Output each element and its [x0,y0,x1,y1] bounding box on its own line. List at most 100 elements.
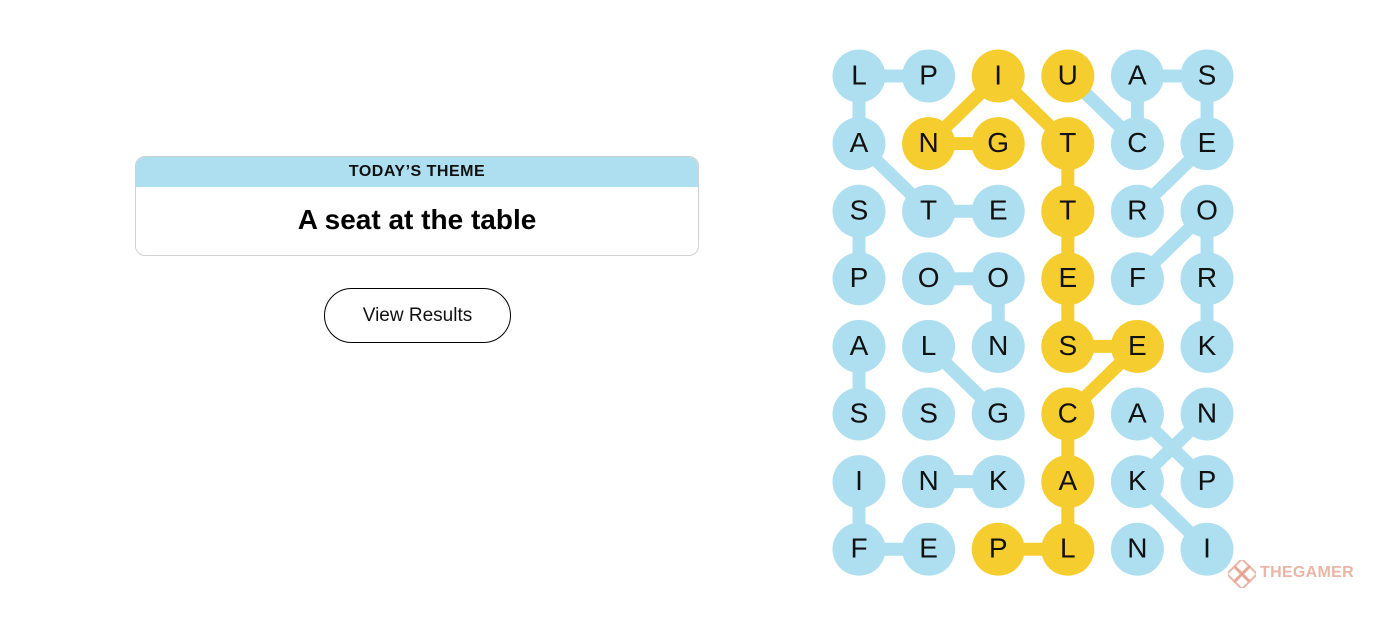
letter-tile-r1-c2[interactable]: G [971,117,1025,171]
tile-letter: I [1203,533,1211,564]
tile-letter: A [1058,465,1077,496]
tile-letter: P [1198,465,1217,496]
tile-letter: F [850,533,867,564]
tile-letter: E [1058,262,1077,293]
tile-letter: K [1128,465,1147,496]
letter-tile-r2-c2[interactable]: E [971,184,1025,238]
tile-letter: A [1128,59,1147,90]
tile-letter: N [1197,397,1217,428]
tile-letter: P [919,59,938,90]
letter-tile-r5-c4[interactable]: A [1110,387,1164,441]
letter-tile-r2-c3[interactable]: T [1041,184,1095,238]
letter-tile-r6-c2[interactable]: K [971,455,1025,509]
tile-letter: K [989,465,1008,496]
letter-tile-r7-c4[interactable]: N [1110,522,1164,576]
tile-letter: R [1127,195,1147,226]
letter-tile-r4-c2[interactable]: N [971,319,1025,373]
tile-letter: G [987,397,1009,428]
tile-letter: L [921,330,937,361]
tile-letter: P [850,262,869,293]
tile-letter: E [989,195,1008,226]
letter-tile-r6-c1[interactable]: N [902,455,956,509]
letter-tile-r7-c5[interactable]: I [1180,522,1234,576]
tile-letter: I [994,59,1002,90]
letter-tile-r5-c5[interactable]: N [1180,387,1234,441]
letter-tile-r5-c3[interactable]: C [1041,387,1095,441]
letter-tile-r3-c4[interactable]: F [1110,252,1164,306]
letter-tile-r2-c4[interactable]: R [1110,184,1164,238]
tile-letter: E [1198,127,1217,158]
letter-tile-r0-c0[interactable]: L [832,49,886,103]
letter-tile-r1-c4[interactable]: C [1110,117,1164,171]
tile-letter: C [1058,397,1078,428]
letter-tile-r3-c2[interactable]: O [971,252,1025,306]
tile-letter: R [1197,262,1217,293]
letter-tile-r6-c5[interactable]: P [1180,455,1234,509]
letter-tile-r0-c3[interactable]: U [1041,49,1095,103]
tile-letter: O [1196,195,1218,226]
letter-tile-r4-c5[interactable]: K [1180,319,1234,373]
letter-tile-r1-c5[interactable]: E [1180,117,1234,171]
tile-letter: G [987,127,1009,158]
tile-letter: A [1128,397,1147,428]
tile-letter: I [855,465,863,496]
letter-tile-r2-c1[interactable]: T [902,184,956,238]
letter-tile-r3-c5[interactable]: R [1180,252,1234,306]
letter-tile-r5-c0[interactable]: S [832,387,886,441]
tile-letter: S [1058,330,1077,361]
tile-letter: T [1059,127,1076,158]
letter-tile-r4-c3[interactable]: S [1041,319,1095,373]
tile-letter: S [850,195,869,226]
letter-tile-r0-c1[interactable]: P [902,49,956,103]
letter-tile-r0-c2[interactable]: I [971,49,1025,103]
letter-tile-r5-c2[interactable]: G [971,387,1025,441]
tile-letter: S [850,397,869,428]
tile-letter: A [850,330,869,361]
tile-letter: F [1129,262,1146,293]
tile-letter: S [1198,59,1217,90]
tile-letter: P [989,533,1008,564]
tile-letter: T [920,195,937,226]
tile-letter: U [1058,59,1078,90]
tile-letter: A [850,127,869,158]
letter-tile-r5-c1[interactable]: S [902,387,956,441]
letter-tile-r7-c1[interactable]: E [902,522,956,576]
letter-tile-r7-c3[interactable]: L [1041,522,1095,576]
letter-tile-r4-c4[interactable]: E [1110,319,1164,373]
tile-letter: N [1127,533,1147,564]
letter-tile-r4-c1[interactable]: L [902,319,956,373]
letter-tile-r2-c5[interactable]: O [1180,184,1234,238]
tile-letter: O [987,262,1009,293]
watermark: THEGAMER [1228,560,1368,588]
letter-tile-r1-c3[interactable]: T [1041,117,1095,171]
thegamer-logo-icon [1228,560,1256,588]
letter-tile-r3-c0[interactable]: P [832,252,886,306]
letter-tile-r7-c0[interactable]: F [832,522,886,576]
tile-letter: O [918,262,940,293]
tile-letter: T [1059,195,1076,226]
watermark-text: THEGAMER [1260,564,1354,581]
tile-letter: L [1060,533,1076,564]
tile-letter: K [1198,330,1217,361]
letter-tile-r0-c4[interactable]: A [1110,49,1164,103]
letter-tile-r3-c1[interactable]: O [902,252,956,306]
tile-letter: S [919,397,938,428]
tile-letter: N [918,465,938,496]
letter-tile-r6-c3[interactable]: A [1041,455,1095,509]
tile-letter: E [1128,330,1147,361]
letter-tile-r2-c0[interactable]: S [832,184,886,238]
letter-tile-r6-c4[interactable]: K [1110,455,1164,509]
tile-letter: E [919,533,938,564]
letter-tile-r1-c1[interactable]: N [902,117,956,171]
letter-tile-r0-c5[interactable]: S [1180,49,1234,103]
game-board: L P I U A S A N G T C E S T E T R O P O O E F R A L N S E K S S G C A N I N K A… [832,49,1234,576]
letter-tile-r4-c0[interactable]: A [832,319,886,373]
letter-tile-r6-c0[interactable]: I [832,455,886,509]
letter-tile-r1-c0[interactable]: A [832,117,886,171]
tile-letter: C [1127,127,1147,158]
tile-letter: L [851,59,867,90]
tile-letter: N [918,127,938,158]
tile-letter: N [988,330,1008,361]
letter-tile-r7-c2[interactable]: P [971,522,1025,576]
letter-tile-r3-c3[interactable]: E [1041,252,1095,306]
